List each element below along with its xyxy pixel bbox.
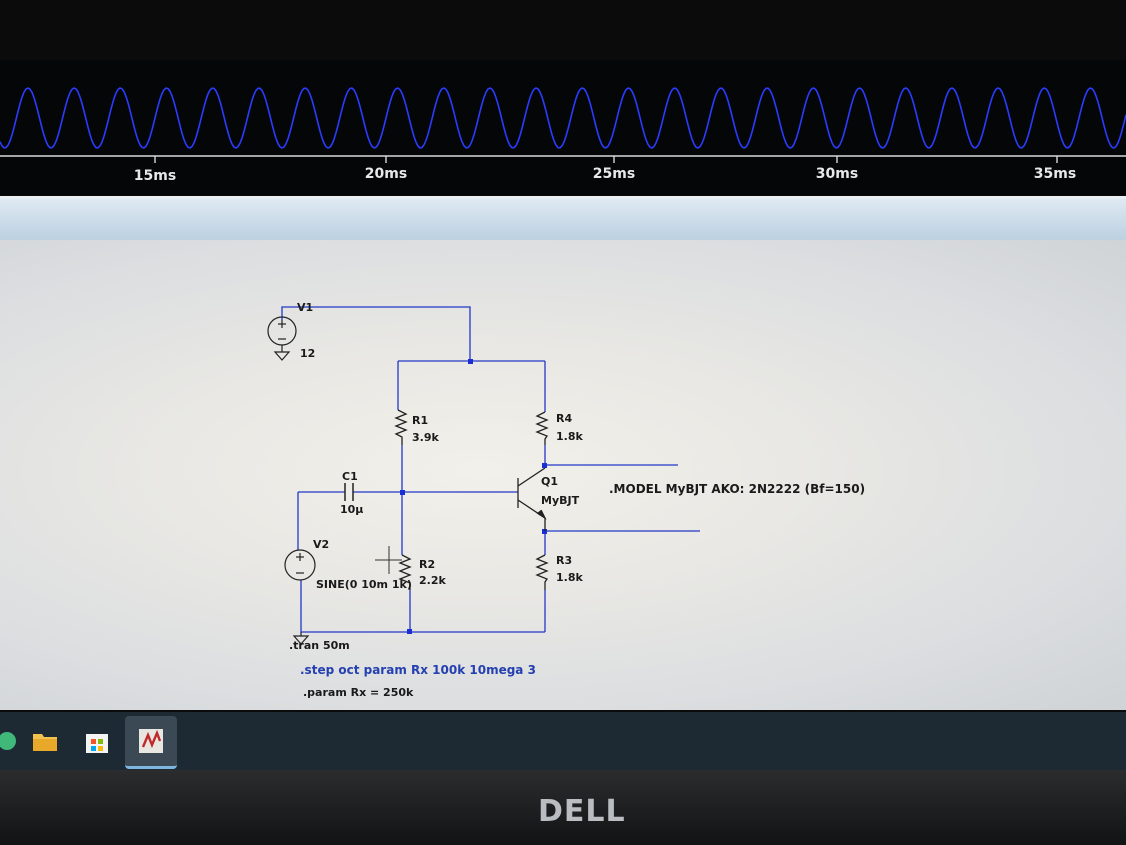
- q1-model-label: MyBJT: [541, 494, 580, 507]
- junction-base: [400, 490, 405, 495]
- partial-taskbar-icon[interactable]: [0, 724, 24, 758]
- r2-name-label: R2: [419, 558, 436, 571]
- v2-value-label: SINE(0 10m 1k): [316, 578, 412, 591]
- c1-name-label: C1: [342, 470, 358, 483]
- c1-value-label: 10µ: [340, 503, 364, 516]
- tick-label-30ms: 30ms: [815, 166, 859, 182]
- step-directive[interactable]: .step oct param Rx 100k 10mega 3: [300, 663, 536, 677]
- r1-value-label: 3.9k: [412, 431, 439, 444]
- taskbar: [0, 712, 1126, 770]
- param-directive[interactable]: .param Rx = 250k: [303, 686, 413, 699]
- tick-label-15ms: 15ms: [133, 168, 177, 184]
- model-directive[interactable]: .MODEL MyBJT AKO: 2N2222 (Bf=150): [609, 482, 865, 496]
- monitor-brand-logo: DELL: [538, 794, 626, 829]
- r4-value-label: 1.8k: [556, 430, 583, 443]
- v1-name-label: V1: [297, 301, 314, 314]
- waveform-plot-pane[interactable]: 15ms 20ms 25ms 30ms 35ms: [0, 60, 1126, 195]
- schematic-drawing: [267, 306, 700, 645]
- junction-collector: [542, 463, 547, 468]
- store-icon[interactable]: [80, 724, 114, 758]
- tick-label-35ms: 35ms: [1033, 166, 1077, 182]
- r3-resistor-symbol: [535, 554, 549, 590]
- crosshair-cursor-icon: [375, 546, 402, 574]
- schematic-window-titlebar[interactable]: [0, 196, 1126, 243]
- v2-name-label: V2: [313, 538, 330, 551]
- v1-source-symbol: [267, 316, 297, 361]
- r4-resistor-symbol: [535, 411, 549, 445]
- r4-name-label: R4: [556, 412, 573, 425]
- v1-value-label: 12: [300, 347, 316, 360]
- tick-label-25ms: 25ms: [592, 166, 636, 182]
- r2-value-label: 2.2k: [419, 574, 446, 587]
- r1-name-label: R1: [412, 414, 429, 427]
- junction-ground: [407, 629, 412, 634]
- r1-resistor-symbol: [394, 409, 408, 445]
- tran-directive[interactable]: .tran 50m: [289, 639, 350, 652]
- file-explorer-icon[interactable]: [28, 724, 62, 758]
- c1-capacitor-symbol: [344, 483, 354, 501]
- v2-source-symbol: [284, 549, 316, 581]
- schematic-canvas[interactable]: V1 12 R1 3.9k R4 1.8k C1 10µ Q1 MyBJT V2…: [0, 240, 1126, 710]
- ltspice-icon[interactable]: [125, 716, 177, 769]
- r3-name-label: R3: [556, 554, 573, 567]
- junction-rail: [468, 359, 473, 364]
- monitor-screen: 15ms 20ms 25ms 30ms 35ms V1 12 R1 3.9k R…: [0, 0, 1126, 845]
- r3-value-label: 1.8k: [556, 571, 583, 584]
- tick-label-20ms: 20ms: [364, 166, 408, 182]
- waveform-trace: [0, 87, 1126, 149]
- q1-name-label: Q1: [541, 475, 559, 488]
